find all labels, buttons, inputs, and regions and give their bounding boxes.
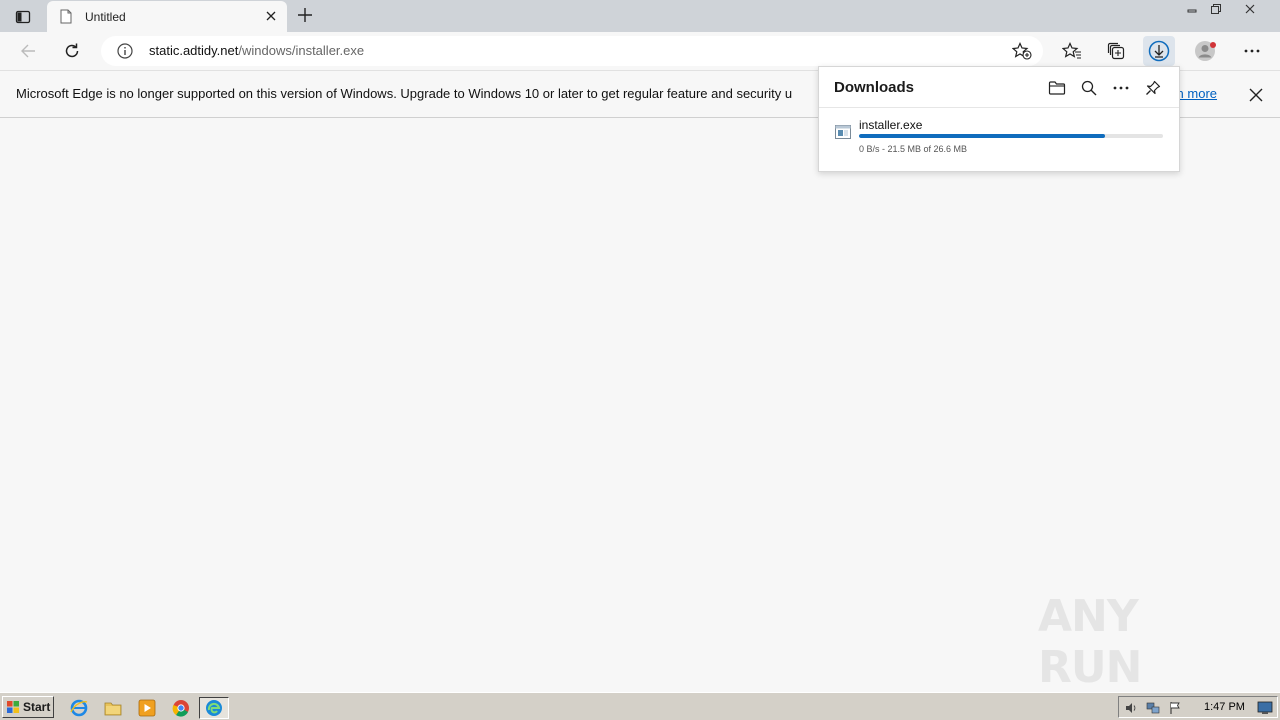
tab-strip: Untitled [0, 0, 1280, 32]
taskbar-chrome[interactable] [170, 697, 192, 719]
infobar-message: Microsoft Edge is no longer supported on… [16, 86, 793, 101]
refresh-icon [65, 43, 79, 58]
flag-icon[interactable] [1167, 700, 1183, 716]
page-icon [59, 9, 73, 25]
start-button[interactable]: Start [2, 696, 54, 718]
minimize-button[interactable] [1180, 0, 1204, 17]
more-icon [1113, 86, 1129, 90]
add-favorite-icon [1012, 42, 1032, 60]
taskbar-explorer[interactable] [102, 697, 124, 719]
download-item[interactable]: installer.exe 0 B/s - 21.5 MB of 26.6 MB [819, 108, 1179, 172]
close-icon [266, 11, 276, 21]
download-progress-bar [859, 134, 1163, 138]
search-downloads-button[interactable] [1073, 77, 1105, 99]
back-icon [21, 44, 35, 58]
start-label: Start [23, 700, 51, 714]
downloads-button[interactable] [1143, 36, 1175, 66]
favorites-button[interactable] [1056, 36, 1088, 66]
back-button[interactable] [14, 38, 42, 64]
taskbar-media-player[interactable] [136, 697, 158, 719]
plus-icon [298, 8, 312, 22]
new-tab-button[interactable] [294, 4, 316, 26]
taskbar: Start 1:47 PM [0, 692, 1280, 720]
minimize-icon [1187, 9, 1197, 12]
ie-icon [70, 699, 88, 717]
close-icon [1249, 88, 1263, 102]
explorer-icon [104, 702, 122, 716]
download-status: 0 B/s - 21.5 MB of 26.6 MB [859, 144, 968, 154]
folder-icon [1048, 81, 1066, 95]
browser-toolbar: static.adtidy.net/windows/installer.exe [0, 32, 1280, 70]
info-icon[interactable] [117, 43, 133, 59]
system-tray: 1:47 PM [1118, 696, 1278, 718]
collections-button[interactable] [1100, 36, 1132, 66]
media-player-icon [138, 699, 156, 717]
watermark-text: ANY RUN [1038, 591, 1142, 693]
refresh-button[interactable] [58, 38, 86, 64]
downloads-flyout: Downloads installer.exe 0 B/s - 21.5 MB … [818, 66, 1180, 172]
collections-icon [1107, 42, 1125, 60]
volume-icon[interactable] [1123, 700, 1139, 716]
url-host: static.adtidy.net [149, 43, 239, 58]
download-icon [1148, 40, 1170, 62]
download-progress-fill [859, 134, 1106, 138]
downloads-more-button[interactable] [1105, 77, 1137, 99]
anyrun-watermark: ANY RUN [1038, 591, 1238, 693]
tab-actions-icon [15, 10, 31, 24]
network-icon[interactable] [1145, 700, 1161, 716]
url-text[interactable]: static.adtidy.net/windows/installer.exe [149, 43, 364, 58]
taskbar-edge[interactable] [199, 697, 229, 719]
profile-button[interactable] [1190, 36, 1222, 66]
display-icon[interactable] [1257, 700, 1273, 716]
address-bar[interactable]: static.adtidy.net/windows/installer.exe [101, 36, 1043, 66]
tab-close-button[interactable] [263, 8, 279, 24]
close-icon [1245, 4, 1255, 13]
settings-more-button[interactable] [1236, 36, 1268, 66]
chrome-icon [172, 700, 189, 717]
tab-title: Untitled [85, 9, 126, 24]
window-close-button[interactable] [1228, 0, 1272, 17]
restore-icon [1211, 3, 1221, 14]
taskbar-ie[interactable] [68, 697, 90, 719]
window-controls [1180, 0, 1272, 17]
profile-icon [1195, 41, 1216, 61]
pin-icon [1146, 80, 1161, 95]
more-icon [1244, 49, 1260, 53]
downloads-title: Downloads [834, 79, 915, 96]
favorites-icon [1062, 42, 1081, 59]
add-favorite-button[interactable] [1011, 41, 1033, 61]
open-downloads-folder-button[interactable] [1041, 77, 1073, 99]
tab-untitled[interactable]: Untitled [47, 1, 287, 32]
edge-icon [206, 700, 222, 716]
search-icon [1081, 80, 1097, 96]
downloads-actions [1041, 77, 1169, 99]
restore-button[interactable] [1204, 0, 1228, 17]
exe-file-icon [835, 125, 851, 139]
url-path: /windows/installer.exe [238, 43, 365, 58]
infobar-close-button[interactable] [1246, 85, 1266, 105]
pin-downloads-button[interactable] [1137, 77, 1169, 99]
windows-logo-icon [7, 701, 19, 713]
tab-actions-button[interactable] [9, 6, 37, 28]
clock: 1:47 PM [1204, 701, 1245, 713]
download-file-name[interactable]: installer.exe [859, 118, 922, 132]
